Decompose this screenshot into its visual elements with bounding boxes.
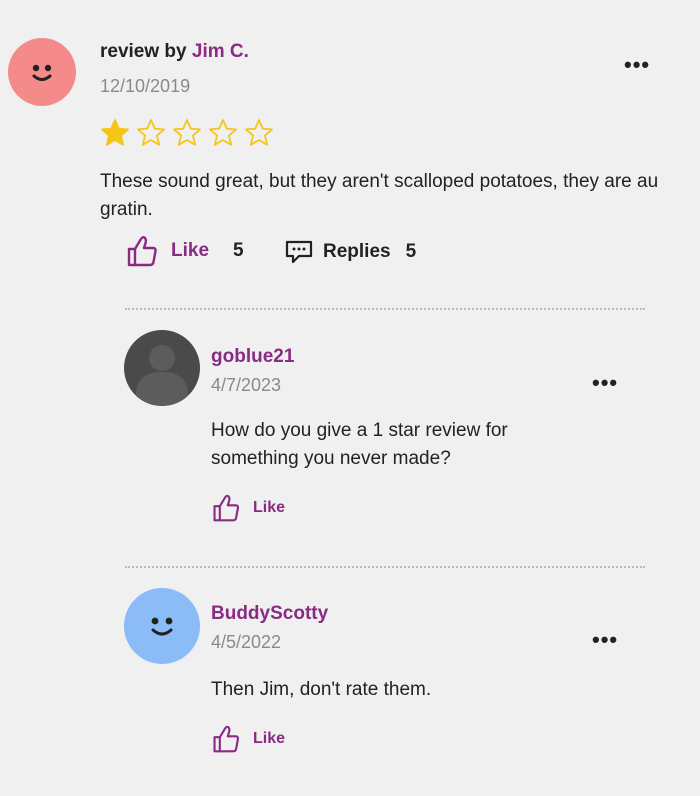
divider: [125, 566, 645, 568]
thumbs-up-icon: [213, 494, 240, 522]
reply-author-name[interactable]: goblue21: [211, 346, 294, 368]
reply-author-avatar[interactable]: [124, 330, 200, 406]
reply-text: Then Jim, don't rate them.: [211, 679, 432, 700]
review-replies-label: Replies: [323, 241, 391, 262]
reply-date: 4/7/2023: [211, 375, 282, 395]
thumbs-up-icon: [213, 725, 240, 753]
star-rating: [100, 118, 280, 148]
reply-more-button[interactable]: •••: [592, 372, 618, 394]
reply-author-name[interactable]: BuddyScotty: [211, 603, 328, 625]
star-icon: [101, 119, 129, 146]
review-replies-button[interactable]: Replies 5: [285, 240, 416, 264]
review-replies-count: 5: [405, 241, 417, 262]
thumbs-up-icon: [127, 236, 157, 267]
divider: [125, 308, 645, 310]
reply-like-button[interactable]: Like: [211, 724, 285, 754]
review-author-name[interactable]: Jim C.: [192, 41, 249, 62]
comment-icon: [285, 240, 313, 264]
review-byline: review by Jim C.: [100, 41, 249, 63]
review-like-label: Like: [171, 240, 210, 261]
review-text: These sound great, but they aren't scall…: [100, 171, 659, 220]
reply-date: 4/5/2022: [211, 632, 282, 652]
default-user-icon: [136, 345, 188, 406]
reply-more-button[interactable]: •••: [592, 629, 618, 651]
reply-like-label: Like: [253, 499, 286, 516]
star-icon: [137, 119, 165, 146]
reply-like-label: Like: [253, 730, 286, 747]
reply-like-button[interactable]: Like: [211, 493, 285, 523]
review-like-count: 5: [233, 240, 244, 261]
review-date: 12/10/2019: [100, 76, 191, 96]
reply-text: How do you give a 1 star review for some…: [211, 420, 508, 469]
reply-author-avatar[interactable]: [124, 588, 200, 664]
review-author-avatar[interactable]: [8, 38, 76, 106]
more-icon: •••: [592, 627, 619, 652]
review-byline-prefix: review by: [100, 41, 187, 62]
review-like-button[interactable]: Like 5: [125, 234, 244, 268]
star-icon: [245, 119, 273, 146]
more-icon: •••: [592, 370, 619, 395]
smiley-icon: [151, 617, 173, 636]
smiley-icon: [32, 64, 52, 81]
review-more-button[interactable]: •••: [624, 54, 650, 76]
star-icon: [173, 119, 201, 146]
star-icon: [209, 119, 237, 146]
more-icon: •••: [624, 52, 651, 77]
